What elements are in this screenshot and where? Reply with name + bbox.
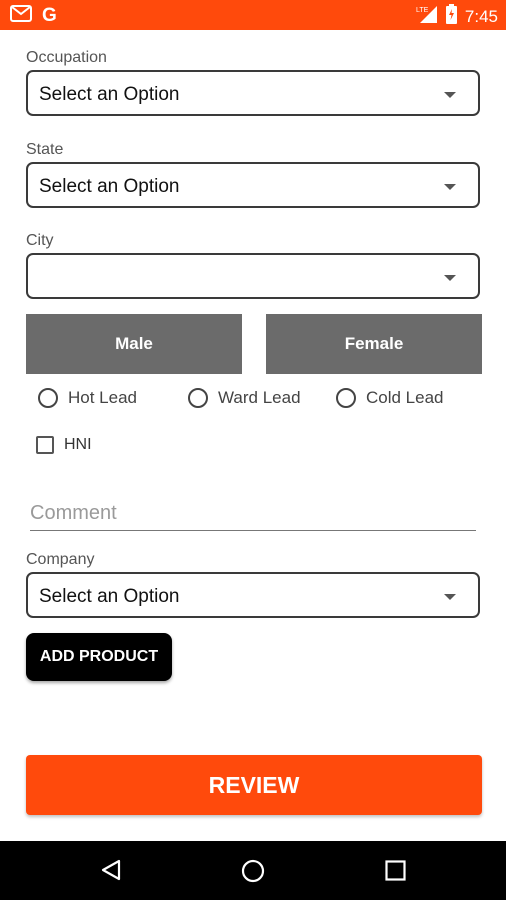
state-select[interactable]: Select an Option xyxy=(26,162,480,208)
hni-label: HNI xyxy=(64,436,92,453)
navigation-bar xyxy=(0,841,506,900)
hot-lead-label: Hot Lead xyxy=(68,388,137,407)
review-button[interactable]: REVIEW xyxy=(26,755,482,815)
occupation-label: Occupation xyxy=(26,49,107,66)
female-button[interactable]: Female xyxy=(266,314,482,374)
company-label: Company xyxy=(26,551,95,568)
status-bar: G LTE 7:45 xyxy=(0,0,506,30)
battery-icon xyxy=(445,4,457,29)
ward-lead-label: Ward Lead xyxy=(218,388,301,407)
checkbox-icon xyxy=(36,436,54,454)
dropdown-arrow-icon xyxy=(444,92,456,98)
back-icon[interactable] xyxy=(100,859,122,886)
hot-lead-radio[interactable]: Hot Lead xyxy=(38,388,164,408)
svg-text:LTE: LTE xyxy=(416,7,429,14)
state-value: Select an Option xyxy=(39,176,180,197)
company-select[interactable]: Select an Option xyxy=(26,572,480,618)
city-label: City xyxy=(26,232,54,249)
google-icon: G xyxy=(42,5,57,26)
lead-type-group: Hot Lead Ward Lead Cold Lead xyxy=(38,388,468,408)
comment-input[interactable]: Comment xyxy=(30,500,476,531)
signal-icon: LTE xyxy=(416,4,438,29)
status-time: 7:45 xyxy=(464,6,498,26)
city-select[interactable] xyxy=(26,253,480,299)
gmail-icon xyxy=(10,5,32,27)
occupation-value: Select an Option xyxy=(39,84,180,105)
radio-circle-icon xyxy=(336,388,356,408)
radio-circle-icon xyxy=(38,388,58,408)
dropdown-arrow-icon xyxy=(444,184,456,190)
cold-lead-label: Cold Lead xyxy=(366,388,444,407)
occupation-select[interactable]: Select an Option xyxy=(26,70,480,116)
recents-icon[interactable] xyxy=(385,860,406,886)
dropdown-arrow-icon xyxy=(444,594,456,600)
ward-lead-radio[interactable]: Ward Lead xyxy=(188,388,312,408)
male-button[interactable]: Male xyxy=(26,314,242,374)
company-value: Select an Option xyxy=(39,586,180,607)
dropdown-arrow-icon xyxy=(444,275,456,281)
add-product-button[interactable]: ADD PRODUCT xyxy=(26,633,172,681)
radio-circle-icon xyxy=(188,388,208,408)
cold-lead-radio[interactable]: Cold Lead xyxy=(336,388,444,408)
state-label: State xyxy=(26,141,64,158)
comment-placeholder: Comment xyxy=(30,502,117,524)
home-icon[interactable] xyxy=(241,859,265,888)
hni-checkbox[interactable]: HNI xyxy=(36,436,92,454)
